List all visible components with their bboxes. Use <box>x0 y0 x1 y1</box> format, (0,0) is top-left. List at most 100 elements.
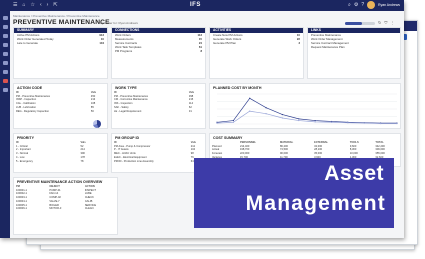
chart-point[interactable] <box>298 119 300 122</box>
pm-group-card: PM GROUP ID ID Vals PM Area - Pump & Comp… <box>111 133 206 173</box>
forward-icon[interactable]: › <box>47 2 49 8</box>
chart-series-line <box>216 97 397 124</box>
chart-point[interactable] <box>330 121 333 123</box>
connections-card: CONNECTIONS Work Orders 112 Measurements 1… <box>111 27 206 79</box>
chart-point[interactable] <box>380 122 382 125</box>
planned-cost-card: PLANNED COST BY MONTH <box>209 83 401 129</box>
sidebar-item-reports-icon[interactable] <box>2 52 8 56</box>
sidebar-item-dashboard-icon[interactable] <box>2 16 8 20</box>
page-filter-label: Page Filter for: Ryan Andrews <box>98 21 138 26</box>
table-cell: 56 <box>90 109 94 113</box>
summary-row[interactable]: Late to Generate 104 <box>14 41 107 45</box>
user-area: ⌕ ⚙ ? Ryan Andrews <box>348 1 400 9</box>
sidebar-item-work-orders-icon[interactable] <box>2 34 8 38</box>
table-row[interactable]: PROD - Production Line Assembly 64 <box>112 160 205 164</box>
planned-cost-title: PLANNED COST BY MONTH <box>213 86 262 90</box>
work-type-table: ID Vals PM - Preventive Maintenance 398 CM… <box>112 91 205 113</box>
chart-point[interactable] <box>232 121 234 123</box>
work-type-card: WORK TYPE ID Vals PM - Preventive Mainten… <box>111 83 206 129</box>
table-cell: LE - Legal Requirement <box>114 109 142 113</box>
refresh-icon[interactable]: ↻ <box>378 20 381 25</box>
summary-label: Late to Generate <box>17 41 38 45</box>
table-row[interactable]: LE - Legal Requirement 31 <box>112 110 205 114</box>
sidebar-item-calendar-icon[interactable] <box>2 43 8 47</box>
sidebar-item-people-icon[interactable] <box>2 70 8 74</box>
chart-point[interactable] <box>298 118 300 120</box>
priority-table: ID Vals 1 - Critical 52 2 - Important 214 3… <box>14 141 107 163</box>
connections-label: PM Programs <box>115 49 133 53</box>
connections-value: 8 <box>200 49 202 53</box>
asset-management-banner: Asset Management <box>194 158 394 228</box>
chart-point[interactable] <box>396 122 398 125</box>
menu-icon[interactable]: ☰ <box>13 2 17 8</box>
activities-value: 3 <box>298 41 300 45</box>
brand-logo: IFS <box>190 2 201 8</box>
star-icon[interactable]: ☆ <box>31 2 35 8</box>
activities-label: Generate PM Plan <box>213 41 237 45</box>
table-cell: CLEAN <box>84 207 94 211</box>
chart-point[interactable] <box>216 122 218 124</box>
chart-point[interactable] <box>281 117 284 119</box>
home-icon[interactable]: ⌂ <box>22 2 25 8</box>
sidebar <box>0 11 10 238</box>
chart-point[interactable] <box>281 113 284 116</box>
banner-line-1: Asset <box>324 162 384 185</box>
table-cell: 31 <box>188 109 192 113</box>
chart-point[interactable] <box>265 113 267 115</box>
activities-card: ACTIVITIES Create New PM Actions 10 Gener… <box>209 27 304 79</box>
action-code-table: ID Vals PM - Preventive Maintenance 450 IN… <box>14 91 107 113</box>
pm-group-title: PM GROUP ID <box>115 136 140 140</box>
action-code-card: ACTION CODE ID Vals PM - Preventive Maint… <box>13 83 108 129</box>
chart-point[interactable] <box>249 110 251 112</box>
action-code-title: ACTION CODE <box>17 86 43 90</box>
search-icon[interactable]: ⌕ <box>348 2 351 8</box>
zoom-slider[interactable] <box>345 22 375 25</box>
table-cell: 100006-1 <box>16 207 27 211</box>
table-cell: 78 <box>80 159 84 163</box>
link-item[interactable]: Request Maintenance Plan <box>308 45 400 49</box>
chart-point[interactable] <box>347 122 349 124</box>
priority-title: PRIORITY <box>17 136 34 140</box>
sidebar-item-inventory-icon[interactable] <box>2 61 8 65</box>
avatar[interactable] <box>367 1 376 9</box>
page-title: PREVENTIVE MAINTENANCE <box>13 19 110 26</box>
zoom-slider-fill <box>345 22 362 25</box>
filter-icon[interactable]: ⛉ <box>384 20 387 25</box>
chart-point[interactable] <box>232 119 234 122</box>
top-navigation-bar: ☰ ⌂ ☆ ‹ › ⇱ IFS ⌕ ⚙ ? Ryan Andrews <box>0 0 404 11</box>
connections-row[interactable]: PM Programs 8 <box>112 49 205 53</box>
user-name[interactable]: Ryan Andrews <box>378 3 400 7</box>
sidebar-item-settings-icon[interactable] <box>2 88 8 92</box>
sidebar-item-alerts-icon[interactable] <box>2 79 8 83</box>
sidebar-item-assets-icon[interactable] <box>2 25 8 29</box>
breadcrumb[interactable]: Maintenance / Preventive Maintenance / P… <box>13 14 100 18</box>
planned-cost-chart <box>216 93 398 125</box>
chart-point[interactable] <box>249 97 251 99</box>
table-cell: REG - Regulatory Inspection <box>16 109 50 113</box>
chart-point[interactable] <box>314 121 316 123</box>
links-card: LINKS Preventive Maintenance Work Order … <box>307 27 401 79</box>
table-row[interactable]: 5 - Emergency 78 <box>14 160 107 164</box>
summary-value: 104 <box>99 41 104 45</box>
chart-point[interactable] <box>314 119 316 122</box>
cost-summary-table: PERSONNEL MATERIAL EXTERNAL TOOLS TOTAL … <box>210 141 400 160</box>
chart-point[interactable] <box>363 122 365 124</box>
chart-series-line <box>216 110 397 124</box>
banner-line-2: Management <box>245 192 386 215</box>
action-code-donut <box>93 120 101 128</box>
link-label[interactable]: Request Maintenance Plan <box>311 45 345 49</box>
share-icon[interactable]: ⇱ <box>53 2 57 8</box>
settings-icon[interactable]: ⚙ <box>354 2 358 8</box>
help-icon[interactable]: ? <box>361 2 364 8</box>
pm-overview-table: PM OBJECT ACTION 100001-1 PUMP-01 INSPECT 10… <box>14 185 117 211</box>
desktop-stage: Save Changes Asset Maintenance ☰ ⌂ ☆ ‹ ›… <box>0 0 425 259</box>
cost-summary-title: COST SUMMARY <box>213 136 243 140</box>
activities-row[interactable]: Generate PM Plan 3 <box>210 41 303 45</box>
table-row[interactable]: REG - Regulatory Inspection 56 <box>14 110 107 114</box>
table-cell: 5 - Emergency <box>16 159 33 163</box>
chart-point[interactable] <box>265 107 267 109</box>
back-icon[interactable]: ‹ <box>40 2 42 8</box>
more-icon[interactable]: ⋮ <box>390 20 394 25</box>
table-row[interactable]: 100006-1 MOTOR-3 CLEAN <box>14 207 117 211</box>
pm-overview-card: PREVENTIVE MAINTENANCE ACTION OVERVIEW P… <box>13 177 118 235</box>
